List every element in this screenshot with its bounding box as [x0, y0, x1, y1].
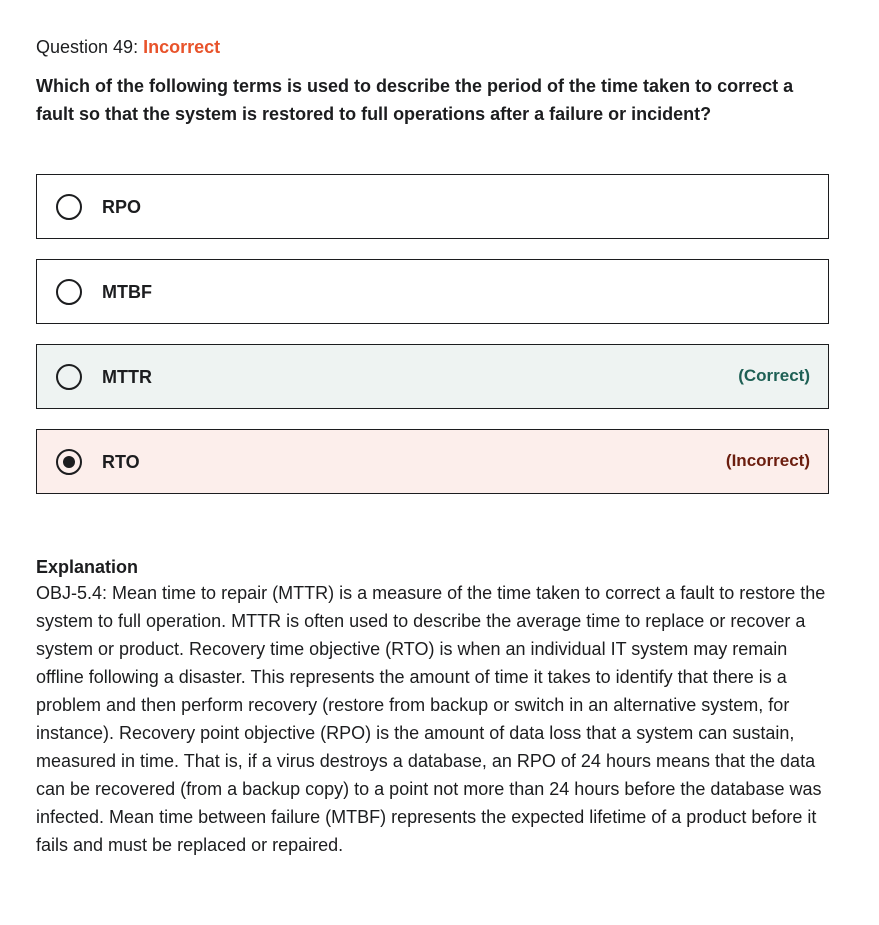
- radio-selected-icon[interactable]: [56, 449, 82, 475]
- radio-unselected-icon[interactable]: [56, 364, 82, 390]
- question-status: Incorrect: [143, 37, 221, 57]
- option-label: MTBF: [102, 282, 152, 302]
- radio-dot-icon: [63, 456, 75, 468]
- option-mttr[interactable]: MTTR (Correct): [36, 344, 829, 409]
- option-rto[interactable]: RTO (Incorrect): [36, 429, 829, 494]
- radio-unselected-icon[interactable]: [56, 279, 82, 305]
- option-label: RPO: [102, 197, 142, 217]
- question-header: Question 49: Incorrect: [36, 36, 220, 58]
- radio-unselected-icon[interactable]: [56, 194, 82, 220]
- option-mtbf[interactable]: MTBF: [36, 259, 829, 324]
- option-label: MTTR: [102, 367, 152, 387]
- correct-tag: (Correct): [738, 366, 810, 385]
- option-label: RTO: [102, 452, 140, 472]
- explanation-title: Explanation: [36, 557, 139, 577]
- question-text: Which of the following terms is used to …: [36, 76, 794, 124]
- incorrect-tag: (Incorrect): [725, 451, 810, 470]
- explanation-body: OBJ-5.4: Mean time to repair (MTTR) is a…: [36, 583, 826, 855]
- option-rpo[interactable]: RPO: [36, 174, 829, 239]
- question-number: Question 49:: [36, 37, 144, 57]
